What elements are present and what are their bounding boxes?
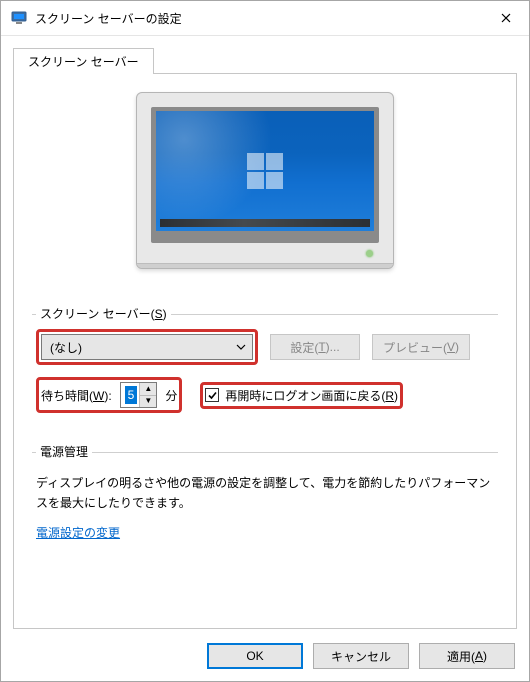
spin-buttons: ▲ ▼ [139,383,156,407]
label-text: 待ち時間( [41,389,93,403]
cancel-button[interactable]: キャンセル [313,643,409,669]
tab-screensaver[interactable]: スクリーン セーバー [13,48,154,74]
power-text: ディスプレイの明るさや他の電源の設定を調整して、電力を節約したりパフォーマンスを… [36,473,494,514]
screensaver-group: スクリーン セーバー(S) (なし) [32,297,498,421]
hotkey: A [475,649,483,663]
logon-label: 再開時にログオン画面に戻る(R) [225,387,398,404]
app-icon [11,10,27,26]
apply-button[interactable]: 適用(A) [419,643,515,669]
monitor-frame [136,92,394,269]
hotkey: V [447,340,455,354]
tab-control: スクリーン セーバー [13,48,517,629]
label-text: ) [483,649,487,663]
monitor-screen [156,111,374,231]
preview-button: プレビュー(V) [372,334,470,360]
tab-header: スクリーン セーバー [13,48,517,74]
screensaver-combo[interactable]: (なし) [41,334,253,360]
label-text: ) [163,307,167,321]
power-group-label: 電源管理 [36,443,92,460]
windows-logo-icon [247,153,283,189]
monitor-base [137,263,393,268]
tab-body: スクリーン セーバー(S) (なし) [13,74,517,629]
label-text: ) [455,340,459,354]
highlight-logon: 再開時にログオン画面に戻る(R) [200,382,403,409]
label-text: スクリーン セーバー( [40,307,155,321]
screensaver-preview [32,92,498,269]
label-text: ) [394,389,398,403]
label-text: )... [326,340,340,354]
checkbox-box [205,388,219,402]
wait-spinner[interactable]: 5 ▲ ▼ [120,382,158,408]
logon-checkbox[interactable]: 再開時にログオン画面に戻る(R) [205,387,398,404]
label-text: ): [104,389,111,403]
power-led-icon [366,250,373,257]
chevron-down-icon [230,344,252,350]
monitor-bezel [151,107,379,243]
screensaver-group-box: (なし) 設定(T)... プレビュー(V) [32,314,498,421]
spin-down-button[interactable]: ▼ [140,396,156,408]
hotkey: T [318,340,325,354]
screensaver-row-1: (なし) 設定(T)... プレビュー(V) [36,329,494,365]
hotkey: R [385,389,394,403]
close-button[interactable] [483,1,529,35]
spin-up-button[interactable]: ▲ [140,383,156,396]
wait-value: 5 [125,386,138,404]
tab-filler [154,72,517,74]
power-group: 電源管理 ディスプレイの明るさや他の電源の設定を調整して、電力を節約したりパフォ… [32,435,498,549]
wait-group: 待ち時間(W): 5 ▲ ▼ [41,382,177,408]
highlight-wait: 待ち時間(W): 5 ▲ ▼ [36,377,182,413]
preview-taskbar [160,219,370,227]
wait-value-wrap: 5 [121,383,140,407]
window-title: スクリーン セーバーの設定 [35,10,483,27]
monitor-chin [151,243,379,263]
label-text: 適用( [447,648,475,665]
power-group-box: ディスプレイの明るさや他の電源の設定を調整して、電力を節約したりパフォーマンスを… [32,452,498,549]
titlebar: スクリーン セーバーの設定 [1,1,529,36]
wait-unit: 分 [165,387,177,404]
hotkey: S [155,307,163,321]
screensaver-group-label: スクリーン セーバー(S) [36,305,171,322]
settings-button: 設定(T)... [270,334,360,360]
label-text: プレビュー( [383,339,447,356]
dialog-window: スクリーン セーバーの設定 スクリーン セーバー [0,0,530,682]
label-text: 再開時にログオン画面に戻る( [225,389,385,403]
wait-label: 待ち時間(W): [41,387,112,404]
screensaver-row-2: 待ち時間(W): 5 ▲ ▼ [36,377,494,413]
ok-button[interactable]: OK [207,643,303,669]
hotkey: W [93,389,104,403]
screensaver-combo-value: (なし) [42,339,230,356]
label-text: 設定( [290,339,318,356]
dialog-button-bar: OK キャンセル 適用(A) [207,643,515,669]
highlight-combo: (なし) [36,329,258,365]
power-settings-link[interactable]: 電源設定の変更 [36,526,120,540]
